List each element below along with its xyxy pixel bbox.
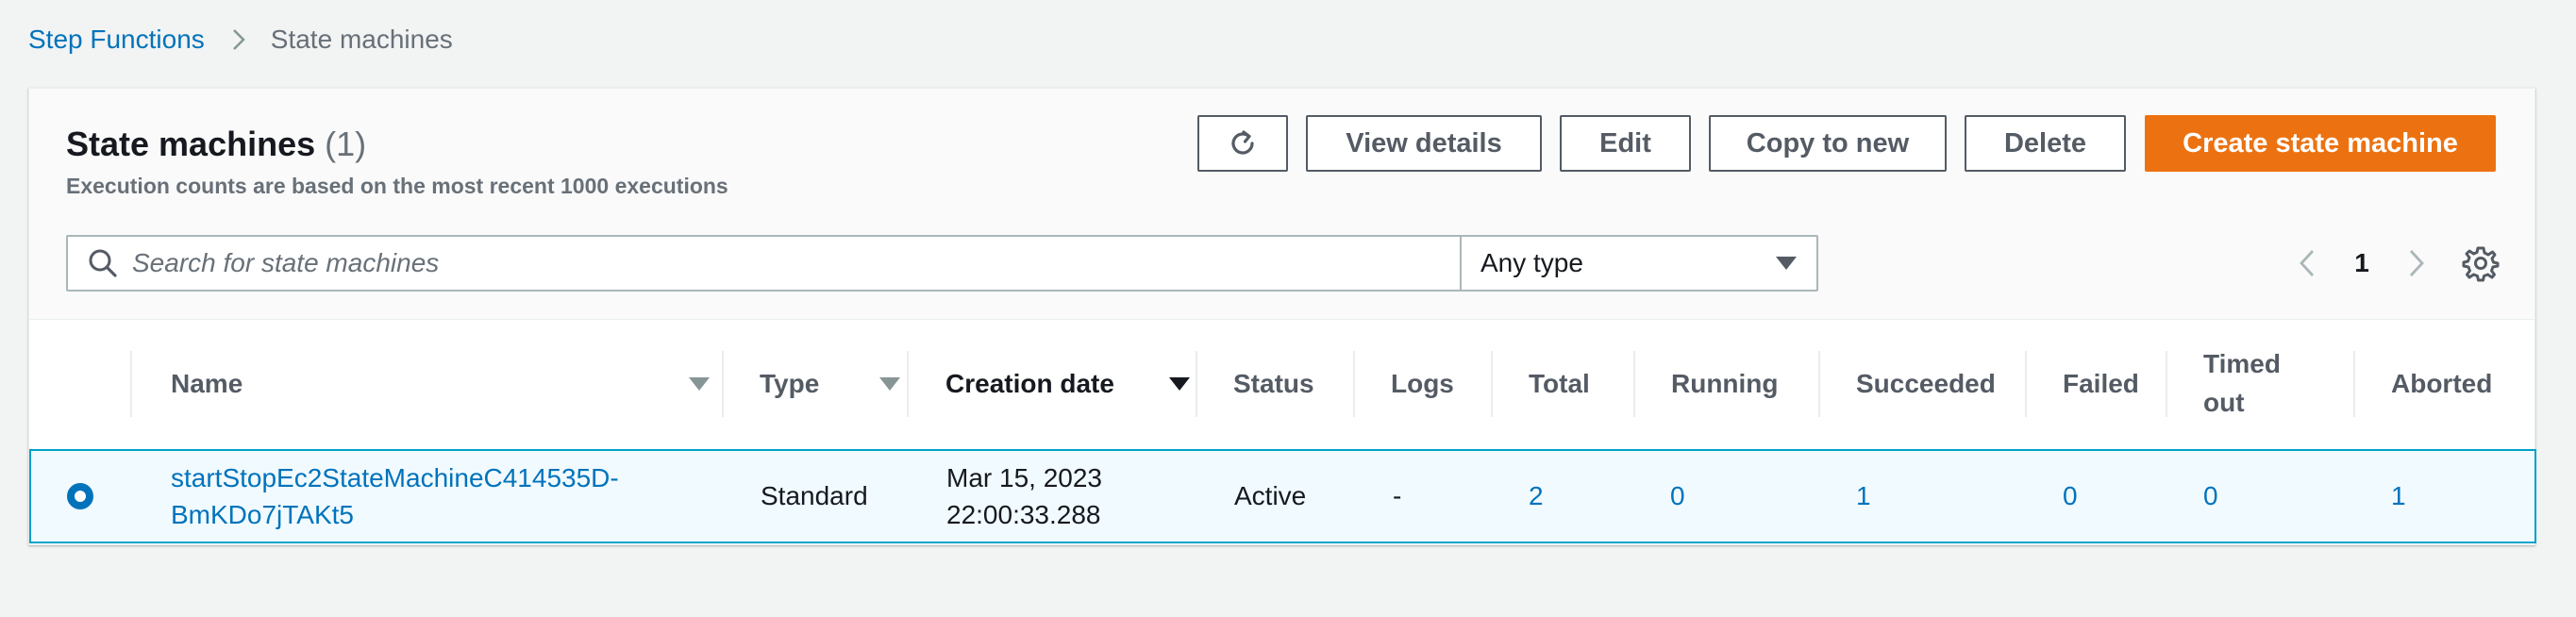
copy-to-new-button[interactable]: Copy to new	[1709, 115, 1947, 172]
column-separator	[1353, 351, 1355, 417]
type-filter-value: Any type	[1480, 248, 1583, 277]
breadcrumb: Step Functions State machines	[28, 21, 453, 58]
cell-aborted[interactable]: 1	[2391, 451, 2406, 542]
cell-running[interactable]: 0	[1670, 451, 1685, 542]
cell-failed[interactable]: 0	[2063, 451, 2078, 542]
chevron-left-icon[interactable]	[2288, 240, 2326, 287]
column-separator	[1196, 351, 1197, 417]
chevron-right-icon	[231, 27, 246, 52]
creation-date: Mar 15, 2023	[946, 462, 1102, 492]
sort-caret-icon	[688, 375, 711, 392]
column-separator	[1491, 351, 1493, 417]
column-header-timed-out-line2: out	[2203, 387, 2245, 417]
column-header-name[interactable]: Name	[171, 320, 718, 447]
column-separator	[2353, 351, 2355, 417]
column-header-failed: Failed	[2063, 368, 2139, 398]
panel-header: State machines (1) Execution counts are …	[29, 89, 2534, 320]
gear-icon[interactable]	[2462, 244, 2500, 282]
breadcrumb-step-functions[interactable]: Step Functions	[28, 25, 205, 55]
column-header-name-label: Name	[171, 368, 243, 398]
cell-timed-out[interactable]: 0	[2203, 451, 2218, 542]
caret-down-icon	[1775, 255, 1798, 272]
column-header-timed-out: Timed out	[2203, 320, 2281, 447]
delete-button[interactable]: Delete	[1965, 115, 2126, 172]
column-separator	[1633, 351, 1635, 417]
column-header-creation-date[interactable]: Creation date	[945, 320, 1200, 447]
row-select-radio[interactable]	[67, 483, 93, 509]
pagination: 1	[2288, 240, 2435, 287]
sort-descending-icon	[1168, 375, 1191, 392]
column-header-type-label: Type	[760, 368, 820, 398]
cell-total[interactable]: 2	[1529, 451, 1544, 542]
column-header-aborted: Aborted	[2391, 368, 2493, 398]
refresh-icon	[1226, 126, 1260, 160]
column-header-timed-out-line1: Timed	[2203, 348, 2281, 378]
chevron-right-icon[interactable]	[2398, 240, 2435, 287]
column-header-logs: Logs	[1391, 368, 1454, 398]
page-title: State machines	[66, 125, 316, 163]
column-header-type[interactable]: Type	[760, 320, 911, 447]
search-input[interactable]	[132, 240, 1434, 287]
column-separator	[1818, 351, 1820, 417]
column-header-total: Total	[1529, 368, 1590, 398]
creation-time: 22:00:33.288	[946, 500, 1101, 529]
panel-title-row: State machines (1)	[66, 125, 366, 164]
column-separator	[2025, 351, 2027, 417]
column-separator	[722, 351, 724, 417]
column-separator	[130, 351, 132, 417]
column-header-creation-date-label: Creation date	[945, 368, 1114, 398]
type-filter-select[interactable]: Any type	[1460, 235, 1818, 292]
page-number[interactable]: 1	[2343, 248, 2381, 278]
panel-description: Execution counts are based on the most r…	[66, 174, 728, 198]
state-machines-panel: State machines (1) Execution counts are …	[28, 88, 2536, 545]
view-details-button[interactable]: View details	[1306, 115, 1542, 172]
cell-creation-date: Mar 15, 2023 22:00:33.288	[946, 451, 1102, 542]
breadcrumb-current: State machines	[270, 25, 453, 54]
table-row[interactable]: startStopEc2StateMachineC414535D- BmKDo7…	[29, 449, 2536, 543]
edit-button[interactable]: Edit	[1560, 115, 1691, 172]
search-icon	[87, 247, 119, 279]
state-machine-link[interactable]: startStopEc2StateMachineC414535D-	[171, 459, 619, 496]
column-separator	[2166, 351, 2167, 417]
sort-caret-icon	[878, 375, 901, 392]
column-header-running: Running	[1671, 368, 1779, 398]
item-count: (1)	[325, 125, 367, 163]
cell-logs: -	[1393, 481, 1402, 511]
cell-succeeded[interactable]: 1	[1856, 451, 1871, 542]
cell-type: Standard	[761, 481, 868, 511]
search-box[interactable]	[66, 235, 1468, 292]
cell-name[interactable]: startStopEc2StateMachineC414535D- BmKDo7…	[171, 451, 619, 542]
column-header-succeeded: Succeeded	[1856, 368, 1996, 398]
create-state-machine-button[interactable]: Create state machine	[2145, 115, 2496, 172]
state-machine-link-cont[interactable]: BmKDo7jTAKt5	[171, 496, 354, 533]
column-header-status: Status	[1233, 368, 1314, 398]
column-separator	[907, 351, 909, 417]
cell-status: Active	[1234, 481, 1307, 511]
refresh-button[interactable]	[1197, 115, 1288, 172]
